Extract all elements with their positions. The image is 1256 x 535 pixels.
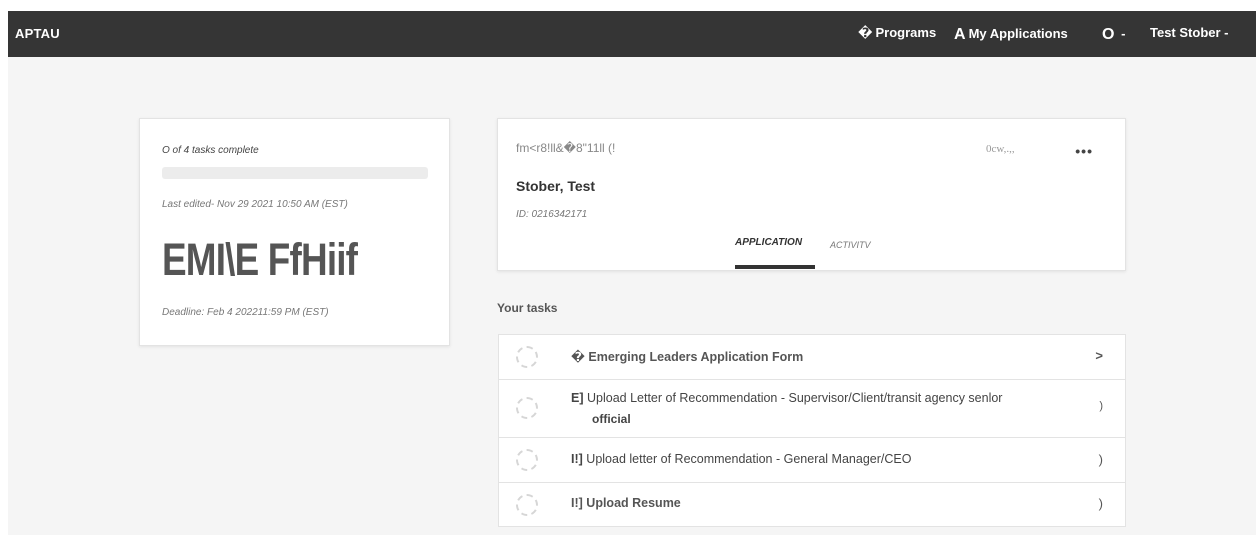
task-status-circle-icon <box>516 449 538 471</box>
last-edited: Last edited- Nov 29 2021 10:50 AM (EST) <box>162 199 348 210</box>
task-label: I!] Upload letter of Recommendation - Ge… <box>571 452 912 466</box>
deadline: Deadline: Feb 4 202211:59 PM (EST) <box>162 307 329 318</box>
task-status-circle-icon <box>516 494 538 516</box>
chevron-right-icon: ) <box>1098 496 1103 511</box>
nav-my-applications[interactable]: A My Applications <box>954 25 1068 43</box>
progress-bar <box>162 167 428 179</box>
nav-programs-label: Programs <box>875 25 937 40</box>
program-title: fm<r8!ll&�8"11ll (! <box>516 141 616 155</box>
progress-card: O of 4 tasks complete Last edited- Nov 2… <box>139 118 450 346</box>
top-navigation-bar: APTAU � Programs A My Applications O - Tes… <box>8 11 1256 57</box>
tab-application[interactable]: APPLICATION <box>735 237 802 248</box>
notification-icon: O <box>1102 26 1115 43</box>
application-status-label: 0cw,.,, <box>986 143 1015 155</box>
notifications-dropdown-caret: - <box>1121 26 1126 41</box>
tasks-complete-count: O of 4 tasks complete <box>162 145 259 156</box>
task-row[interactable]: E] Upload Letter of Recommendation - Sup… <box>498 379 1126 438</box>
task-row[interactable]: � Emerging Leaders Application Form > <box>498 334 1126 380</box>
application-status: EMI\E FfHiif <box>162 234 358 285</box>
task-prefix-icon: � <box>571 350 585 364</box>
user-menu[interactable]: Test Stober - <box>1150 25 1229 40</box>
task-label-continued: official <box>592 412 631 426</box>
active-tab-indicator <box>735 265 815 269</box>
notifications-menu[interactable]: O - <box>1102 25 1125 43</box>
task-prefix-icon: I!] <box>571 496 583 510</box>
tab-activity[interactable]: ACTIVITV <box>830 240 871 250</box>
task-status-circle-icon <box>516 346 538 368</box>
task-prefix-icon: I!] <box>571 452 583 466</box>
task-row[interactable]: I!] Upload letter of Recommendation - Ge… <box>498 437 1126 483</box>
chevron-right-icon: ) <box>1098 452 1103 467</box>
task-row[interactable]: I!] Upload Resume ) <box>498 482 1126 527</box>
more-options-icon[interactable]: ••• <box>1075 143 1093 159</box>
applicant-name: Stober, Test <box>516 178 596 194</box>
applications-icon: A <box>954 26 966 43</box>
task-label: � Emerging Leaders Application Form <box>571 350 804 364</box>
task-label: I!] Upload Resume <box>571 496 681 510</box>
task-label: E] Upload Letter of Recommendation - Sup… <box>571 391 1003 405</box>
chevron-right-icon: ) <box>1099 400 1103 412</box>
nav-my-applications-label: My Applications <box>968 26 1068 41</box>
programs-icon: � <box>858 25 873 40</box>
chevron-right-icon: > <box>1095 348 1103 363</box>
tasks-heading: Your tasks <box>497 301 558 315</box>
nav-programs[interactable]: � Programs <box>858 25 936 41</box>
application-card: fm<r8!ll&�8"11ll (! 0cw,.,, ••• Stober, … <box>497 118 1126 271</box>
brand-logo[interactable]: APTAU <box>15 26 60 41</box>
applicant-id: ID: 0216342171 <box>516 209 588 220</box>
task-prefix-icon: E] <box>571 391 584 405</box>
task-status-circle-icon <box>516 397 538 419</box>
